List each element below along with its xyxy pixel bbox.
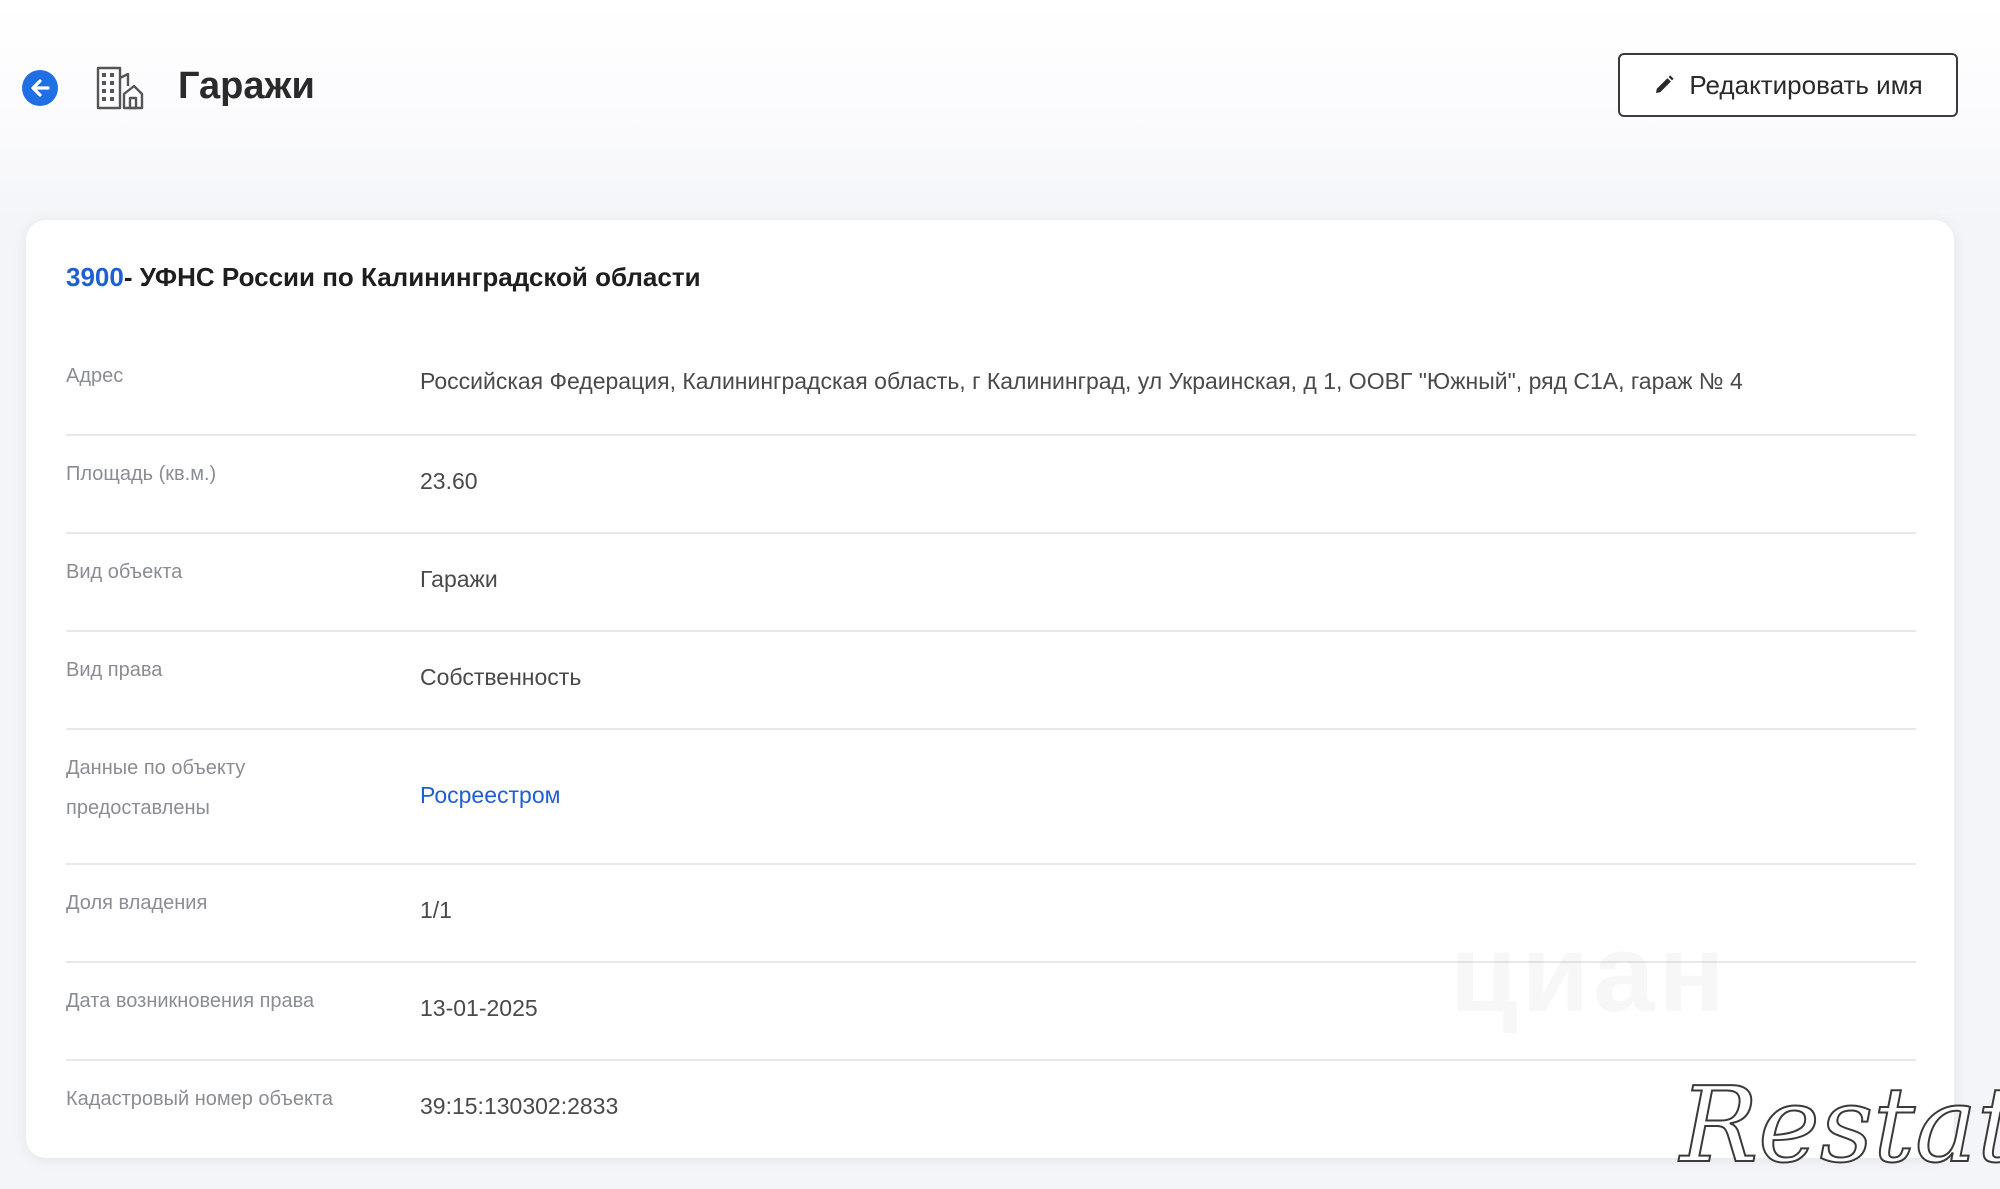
edit-name-button[interactable]: Редактировать имя: [1618, 53, 1958, 117]
page-header: Гаражи Редактировать имя: [0, 0, 2000, 170]
info-row-area: Площадь (кв.м.) 23.60: [66, 436, 1916, 534]
row-value: 1/1: [420, 897, 452, 923]
row-label: Доля владения: [66, 892, 208, 914]
row-label: Вид права: [66, 659, 163, 681]
row-label: Кадастровый номер объекта: [66, 1088, 333, 1110]
row-value: Российская Федерация, Калининградская об…: [420, 368, 1743, 394]
row-label: Адрес: [66, 365, 124, 387]
info-row-object-type: Вид объекта Гаражи: [66, 534, 1916, 632]
info-row-address: Адрес Российская Федерация, Калининградс…: [66, 338, 1916, 436]
card-title: 3900- УФНС России по Калининградской обл…: [66, 262, 701, 293]
restate-watermark: Restate: [1679, 1064, 2000, 1186]
row-label: Дата возникновения права: [66, 990, 315, 1012]
edit-name-label: Редактировать имя: [1689, 69, 1923, 100]
info-row-cadastral-number: Кадастровый номер объекта 39:15:130302:2…: [66, 1061, 1916, 1159]
row-value: Собственность: [420, 664, 582, 690]
pencil-icon: [1656, 75, 1674, 93]
row-value: 23.60: [420, 468, 478, 494]
info-row-data-source: Данные по объекту предоставлены Росреест…: [66, 730, 1916, 865]
page-title: Гаражи: [178, 65, 315, 107]
arrow-left-icon: [31, 79, 50, 97]
tax-office-code: 3900: [66, 262, 124, 292]
row-value: 13-01-2025: [420, 995, 538, 1021]
row-label: Вид объекта: [66, 561, 183, 583]
row-label: Площадь (кв.м.): [66, 463, 217, 485]
back-button[interactable]: [22, 70, 58, 106]
info-row-right-type: Вид права Собственность: [66, 632, 1916, 730]
tax-office-name: - УФНС России по Калининградской области: [123, 262, 701, 292]
row-value: Гаражи: [420, 566, 498, 592]
row-value: 39:15:130302:2833: [420, 1093, 619, 1119]
row-label: Данные по объекту предоставлены: [66, 757, 246, 819]
building-icon: [96, 66, 144, 110]
cian-watermark: циан: [1450, 912, 1729, 1035]
rosreestr-link[interactable]: Росреестром: [420, 782, 560, 809]
